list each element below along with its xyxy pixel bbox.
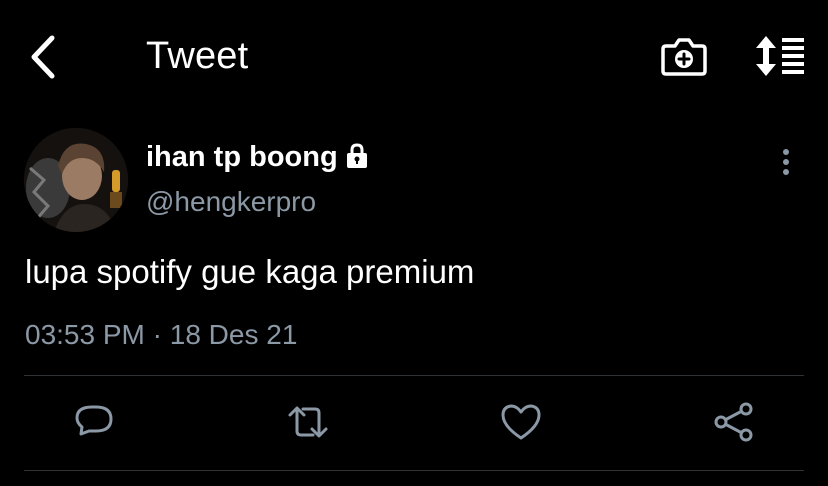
reply-button[interactable] [72, 400, 116, 444]
tweet-metadata: 03:53 PM · 18 Des 21 [25, 318, 297, 352]
retweet-icon [288, 406, 328, 438]
back-button[interactable] [22, 32, 66, 82]
tweet-text: lupa spotify gue kaga premium [25, 253, 475, 290]
share-button[interactable] [712, 400, 756, 444]
like-button[interactable] [499, 400, 543, 444]
camera-plus-icon [661, 38, 707, 76]
share-icon [714, 402, 753, 442]
more-options-button[interactable] [770, 148, 802, 178]
sort-list-icon [756, 36, 804, 76]
more-vertical-icon [783, 149, 789, 175]
camera-button[interactable] [660, 34, 708, 78]
page-title: Tweet [146, 35, 249, 77]
retweet-button[interactable] [286, 400, 330, 444]
user-handle[interactable]: @hengkerpro [146, 185, 316, 219]
sort-button[interactable] [752, 34, 808, 78]
meta-separator: · [152, 319, 162, 350]
like-icon [501, 404, 541, 440]
divider [24, 470, 804, 471]
avatar-photo [24, 128, 128, 232]
lock-icon [343, 142, 371, 170]
avatar[interactable] [24, 128, 128, 232]
divider [24, 375, 804, 376]
tweet-date: 18 Des 21 [169, 319, 298, 350]
chevron-left-icon [31, 35, 55, 79]
reply-icon [75, 405, 113, 436]
display-name[interactable]: ihan tp boong [146, 140, 338, 174]
tweet-time: 03:53 PM [25, 319, 145, 350]
app-header: Tweet [0, 0, 828, 112]
